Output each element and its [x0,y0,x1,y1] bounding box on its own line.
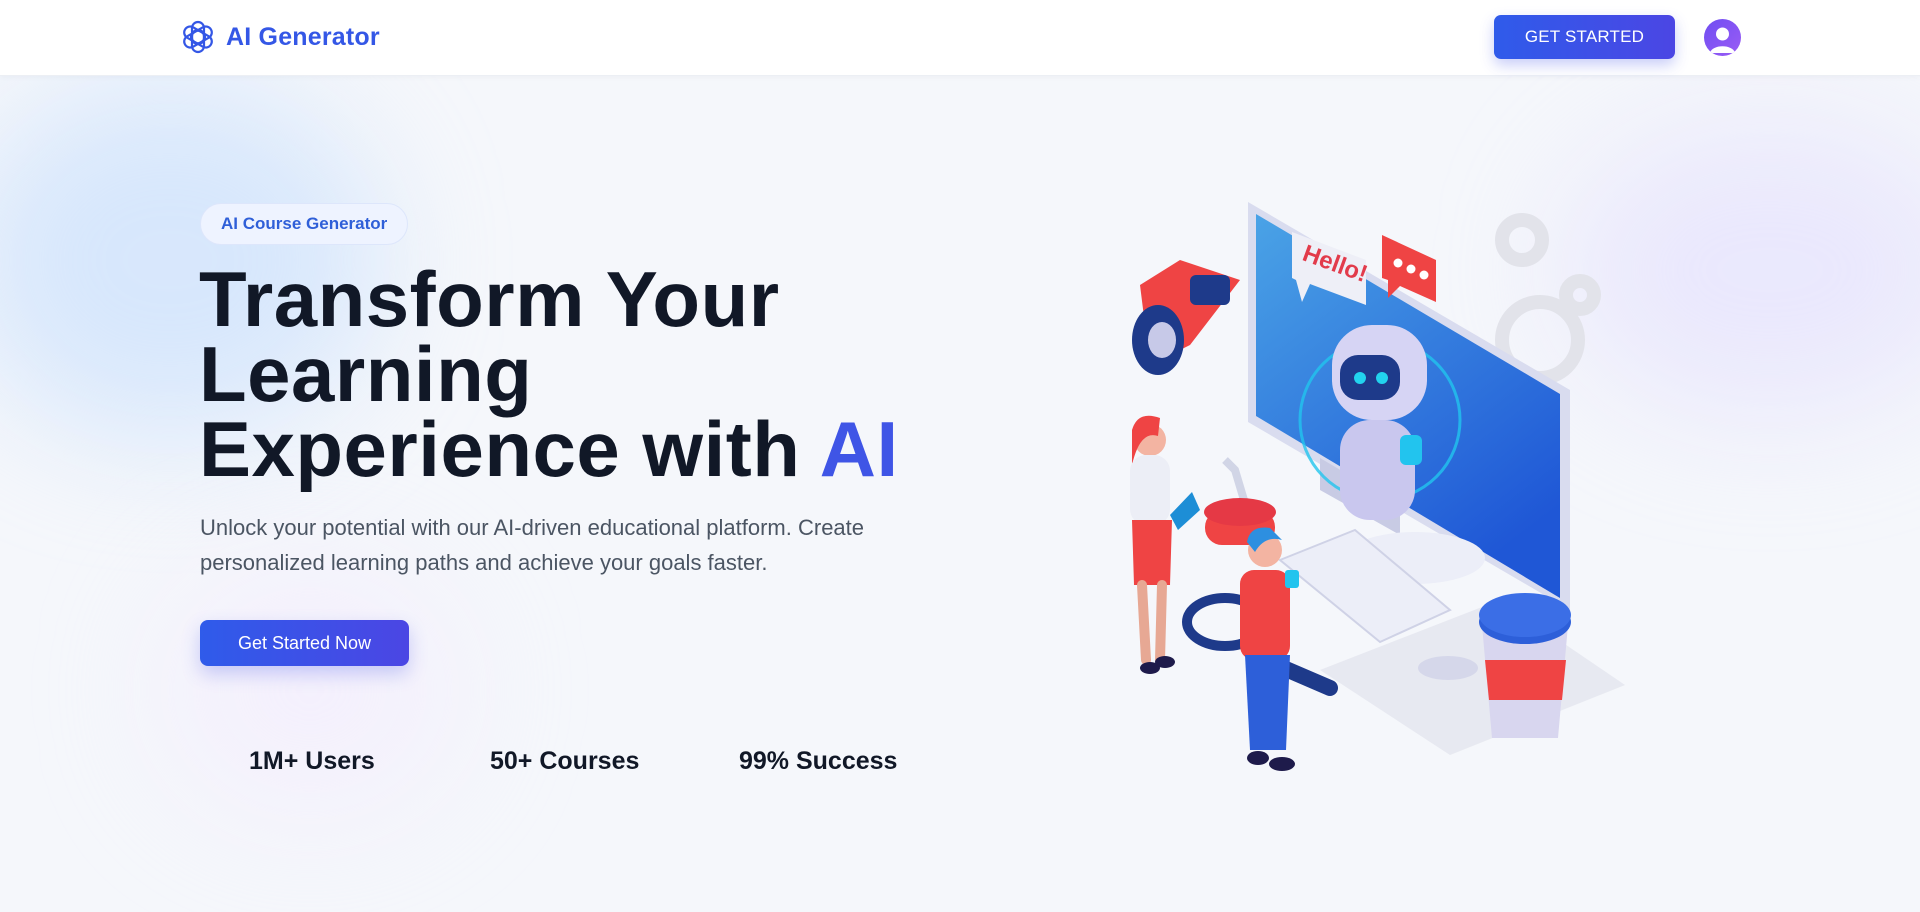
user-avatar-icon [1710,27,1735,53]
get-started-now-button[interactable]: Get Started Now [200,620,409,666]
brand-name: AI Generator [226,22,380,51]
hero-description: Unlock your potential with our AI-driven… [200,515,865,575]
openai-knot-icon [183,20,213,54]
hero-badge: AI Course Generator [200,203,409,245]
headline-line-3-text: Experience with [199,405,820,493]
get-started-button[interactable]: GET STARTED [1494,15,1675,59]
stats-row: 1M+ Users 50+ Courses 99% Success [0,747,960,779]
brand-logo-link[interactable]: AI Generator [178,17,380,57]
mouse [1418,656,1478,680]
headline-accent: AI [819,405,899,493]
coffee-cup [1479,593,1571,738]
hero-headline: Transform Your Learning Experience with … [199,255,959,488]
stat-courses: 50+ Courses [490,747,640,775]
user-avatar-button[interactable] [1704,19,1741,56]
headline-line-2: Learning [199,330,533,418]
stat-success: 99% Success [739,747,898,775]
gear-icon [1495,213,1601,385]
stat-users: 1M+ Users [249,747,375,775]
headline-line-3: Experience with AI [199,410,959,488]
robot-learning-illustration: Hello! [1130,202,1625,771]
chat-bubble-icon [1382,235,1436,302]
top-navbar: AI Generator GET STARTED [0,0,1920,76]
headline-line-1: Transform Your [199,255,780,343]
background-glow [160,560,460,820]
